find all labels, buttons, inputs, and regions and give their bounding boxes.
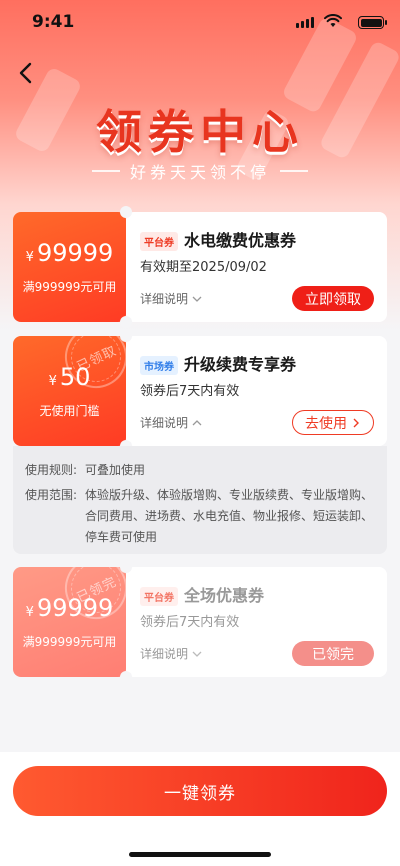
ticket-notch — [120, 671, 132, 683]
cellular-signal-icon — [296, 17, 314, 28]
chevron-down-icon — [192, 651, 202, 657]
page-subtitle: 好券天天领不停 — [129, 163, 270, 182]
coupon-detail-panel: 使用规则: 可叠加使用 使用范围: 体验版升级、体验版增购、专业版续费、专业版增… — [13, 446, 387, 554]
currency-symbol: ¥ — [25, 250, 34, 265]
ticket-notch — [120, 330, 132, 342]
coupon-validity: 有效期至2025/09/02 — [140, 260, 267, 275]
currency-symbol: ¥ — [48, 374, 57, 389]
chevron-down-icon — [192, 296, 202, 302]
coupon-card: ¥ 99999 满999999元可用 平台券 水电缴费优惠券 有效期至2025/0… — [13, 206, 387, 328]
stamp-text: 已领完 — [74, 574, 120, 606]
coupon-tag: 平台券 — [140, 232, 178, 251]
rule-text: 可叠加使用 — [85, 463, 146, 477]
wifi-icon — [324, 14, 342, 27]
coupon-info-panel: 平台券 水电缴费优惠券 有效期至2025/09/02 详细说明 立即领取 — [126, 212, 387, 322]
chevron-right-icon — [353, 418, 359, 427]
rule-label: 使用范围: — [25, 488, 78, 502]
coupon-value-panel: 已领取 ¥ 50 无使用门槛 — [13, 336, 126, 446]
coupon-condition: 满999999元可用 — [22, 280, 117, 294]
detail-label: 详细说明 — [140, 416, 189, 430]
coupon-tag: 平台券 — [140, 587, 178, 606]
coupon-detail-toggle[interactable]: 详细说明 — [140, 414, 202, 431]
usage-rule-row: 使用规则: 可叠加使用 — [25, 460, 375, 481]
coupon-card: 已领取 ¥ 50 无使用门槛 市场券 升级续费专享券 领券后7天内有效 详细说明 … — [13, 330, 387, 452]
page-title: 领券中心 — [96, 105, 304, 159]
coupon-tag: 市场券 — [140, 356, 178, 375]
chevron-up-icon — [192, 419, 202, 425]
detail-label: 详细说明 — [140, 292, 189, 306]
coupon-amount: ¥ 99999 — [26, 239, 114, 272]
currency-symbol: ¥ — [25, 605, 34, 620]
detail-label: 详细说明 — [140, 647, 189, 661]
sold-out-button: 已领完 — [292, 641, 374, 666]
coupon-title-row: 市场券 升级续费专享券 — [140, 351, 296, 375]
coupon-value-panel: ¥ 99999 满999999元可用 — [13, 212, 126, 322]
ticket-notch — [120, 561, 132, 573]
claim-button[interactable]: 立即领取 — [292, 286, 374, 311]
coupon-name: 全场优惠券 — [184, 586, 265, 605]
rule-text: 体验版升级、体验版增购、专业版续费、专业版增购、合同费用、进场费、水电充值、物业… — [85, 488, 374, 544]
page-subtitle-row: 好券天天领不停 — [0, 160, 400, 182]
claim-all-button[interactable]: 一键领券 — [13, 766, 387, 816]
coupon-name: 水电缴费优惠券 — [184, 231, 297, 250]
coupon-detail-toggle[interactable]: 详细说明 — [140, 645, 202, 662]
back-arrow-icon[interactable] — [14, 60, 38, 86]
coupon-name: 升级续费专享券 — [184, 355, 297, 374]
coupon-condition: 满999999元可用 — [22, 635, 117, 649]
ticket-notch — [120, 206, 132, 218]
coupon-validity: 领券后7天内有效 — [140, 384, 240, 399]
usage-scope-row: 使用范围: 体验版升级、体验版增购、专业版续费、专业版增购、合同费用、进场费、水… — [25, 485, 375, 548]
coupon-title-row: 平台券 全场优惠券 — [140, 582, 264, 606]
coupon-card: 已领完 ¥ 99999 满999999元可用 平台券 全场优惠券 领券后7天内有效… — [13, 561, 387, 683]
coupon-info-panel: 市场券 升级续费专享券 领券后7天内有效 详细说明 去使用 — [126, 336, 387, 446]
coupon-info-panel: 平台券 全场优惠券 领券后7天内有效 详细说明 已领完 — [126, 567, 387, 677]
divider-line — [91, 170, 120, 172]
status-bar: 9:41 — [0, 0, 400, 44]
coupon-title-row: 平台券 水电缴费优惠券 — [140, 227, 296, 251]
coupon-condition: 无使用门槛 — [39, 404, 100, 418]
use-button[interactable]: 去使用 — [292, 410, 374, 435]
coupon-validity: 领券后7天内有效 — [140, 615, 240, 630]
ticket-notch — [120, 316, 132, 328]
use-button-label: 去使用 — [305, 415, 347, 432]
divider-line — [280, 170, 308, 172]
coupon-value-panel: 已领完 ¥ 99999 满999999元可用 — [13, 567, 126, 677]
status-time: 9:41 — [32, 12, 75, 32]
coupon-detail-toggle[interactable]: 详细说明 — [140, 290, 202, 307]
coupon-amount-value: 99999 — [36, 239, 114, 267]
rule-label: 使用规则: — [25, 463, 78, 477]
battery-icon — [358, 16, 387, 29]
stamp-text: 已领取 — [74, 343, 120, 375]
home-indicator — [129, 852, 271, 857]
